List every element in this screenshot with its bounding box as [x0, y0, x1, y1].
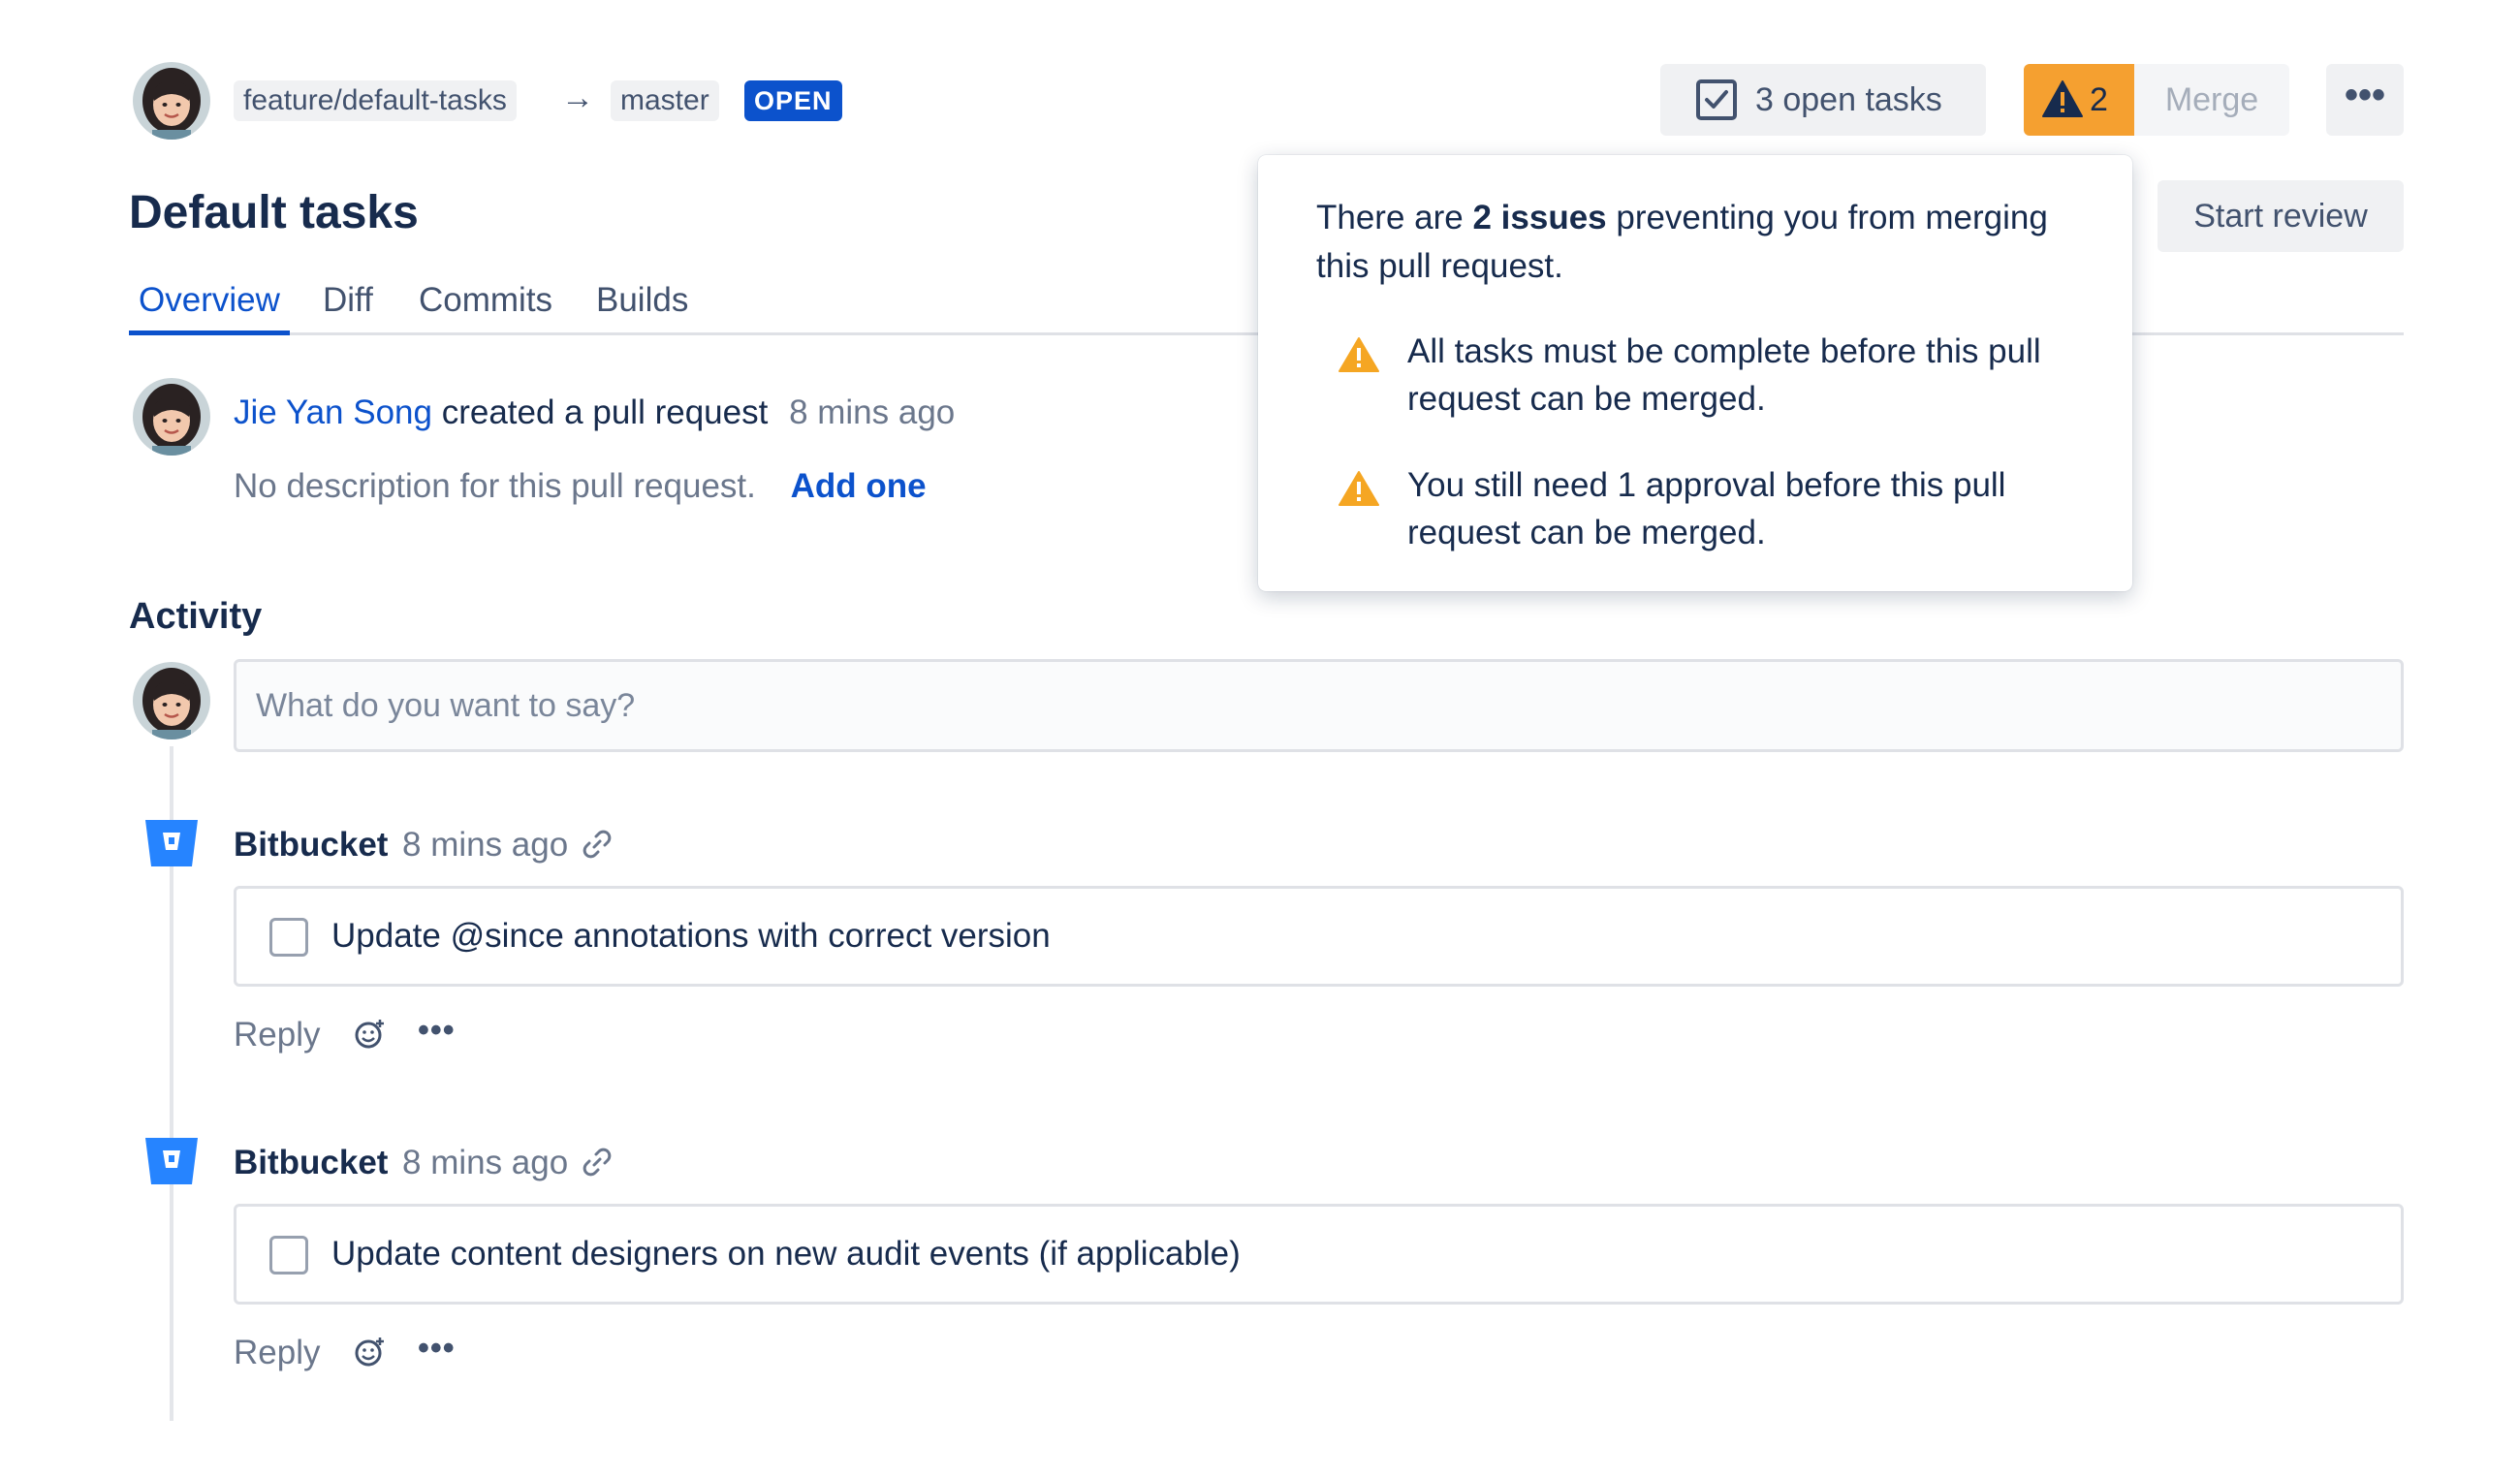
task-card: Update content designers on new audit ev…: [234, 1204, 2404, 1305]
pr-description: No description for this pull request. Ad…: [234, 467, 927, 506]
emoji-add-icon[interactable]: [352, 1335, 387, 1369]
branch-arrow-icon: →: [561, 79, 594, 116]
status-lozenge: OPEN: [744, 80, 842, 121]
link-icon[interactable]: [582, 1147, 613, 1178]
pr-time: 8 mins ago: [789, 393, 956, 431]
add-description-link[interactable]: Add one: [791, 467, 927, 505]
issues-count-bold: 2 issues: [1472, 199, 1607, 236]
tab-commits[interactable]: Commits: [419, 281, 552, 335]
warning-icon: [1339, 471, 1379, 506]
source-branch-chip[interactable]: feature/default-tasks: [234, 80, 517, 121]
more-options-button[interactable]: •••: [418, 1330, 456, 1368]
author-name-link[interactable]: Jie Yan Song: [234, 393, 432, 431]
task-text: Update content designers on new audit ev…: [331, 1235, 1241, 1273]
author-avatar-header[interactable]: [133, 62, 210, 140]
avatar-image: [133, 662, 210, 740]
activity-time[interactable]: 8 mins ago: [402, 826, 568, 865]
bitbucket-logo: [145, 820, 198, 866]
task-card: Update @since annotations with correct v…: [234, 886, 2404, 987]
task-checkbox[interactable]: [269, 1236, 308, 1274]
issue-text: All tasks must be complete before this p…: [1407, 332, 2041, 418]
open-tasks-label: 3 open tasks: [1755, 81, 1942, 118]
activity-author[interactable]: Bitbucket: [234, 826, 388, 865]
reply-button[interactable]: Reply: [234, 1016, 320, 1054]
popover-message: There are 2 issues preventing you from m…: [1316, 199, 2048, 285]
pr-action-text: created a pull request: [441, 393, 769, 431]
task-checkbox[interactable]: [269, 918, 308, 957]
open-tasks-button[interactable]: 3 open tasks: [1660, 64, 1986, 136]
more-actions-button[interactable]: •••: [2326, 64, 2404, 136]
more-options-button[interactable]: •••: [418, 1012, 456, 1050]
page-title: Default tasks: [129, 187, 419, 238]
activity-author[interactable]: Bitbucket: [234, 1144, 388, 1182]
comment-input[interactable]: What do you want to say?: [234, 659, 2404, 752]
warning-icon: [1339, 337, 1379, 372]
tab-builds[interactable]: Builds: [596, 281, 688, 335]
activity-time[interactable]: 8 mins ago: [402, 1144, 568, 1182]
emoji-add-icon[interactable]: [352, 1017, 387, 1052]
tab-overview[interactable]: Overview: [129, 281, 290, 335]
link-icon[interactable]: [582, 829, 613, 860]
issue-text: You still need 1 approval before this pu…: [1407, 466, 2006, 551]
avatar-image: [133, 378, 210, 456]
start-review-button[interactable]: Start review: [2158, 180, 2404, 252]
merge-button[interactable]: Merge: [2134, 64, 2289, 136]
checkbox-checked-icon: [1696, 79, 1737, 120]
current-user-avatar: [133, 662, 210, 740]
bitbucket-logo: [145, 1138, 198, 1184]
avatar-image: [133, 62, 210, 140]
issues-count: 2: [2090, 81, 2108, 118]
author-avatar[interactable]: [133, 378, 210, 456]
target-branch-chip[interactable]: master: [611, 80, 719, 121]
reply-button[interactable]: Reply: [234, 1334, 320, 1372]
warning-icon: [2042, 80, 2083, 117]
description-text: No description for this pull request.: [234, 467, 756, 505]
merge-issues-popover: There are 2 issues preventing you from m…: [1258, 155, 2132, 591]
tab-diff[interactable]: Diff: [323, 281, 373, 335]
pr-created-line: Jie Yan Song created a pull request 8 mi…: [234, 393, 955, 432]
merge-issues-button[interactable]: 2: [2024, 64, 2134, 136]
task-text: Update @since annotations with correct v…: [331, 917, 1051, 955]
activity-heading: Activity: [129, 596, 263, 637]
